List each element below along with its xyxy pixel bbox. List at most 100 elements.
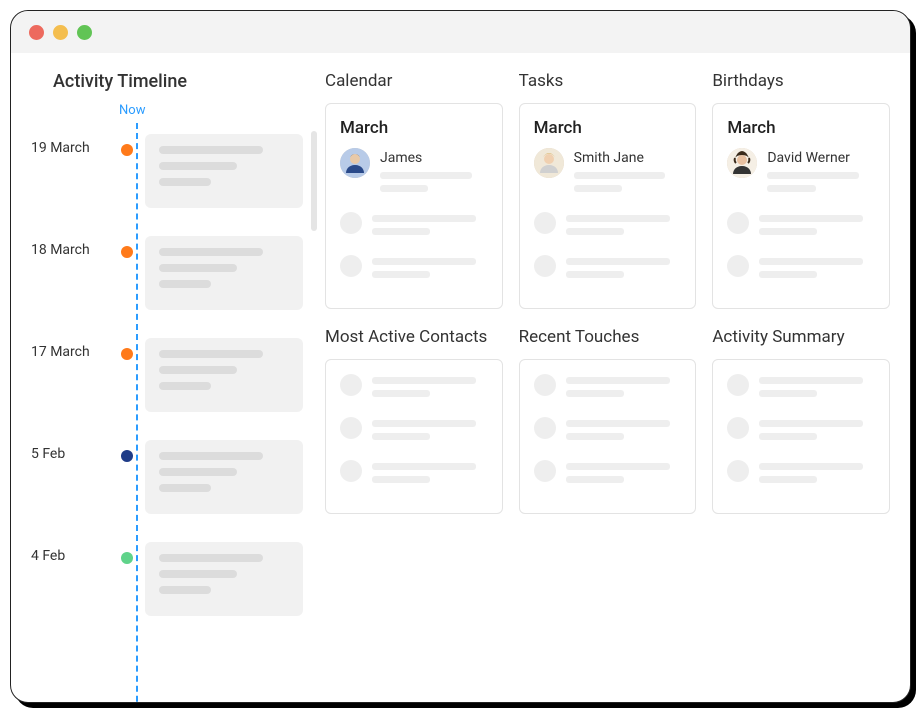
placeholder-line <box>380 185 428 192</box>
list-bullet-icon <box>534 255 556 277</box>
list-bullet-icon <box>340 460 362 482</box>
list-bullet-icon <box>340 417 362 439</box>
avatar <box>727 148 757 178</box>
placeholder-line <box>759 390 817 397</box>
timeline-entry[interactable]: 19 March <box>31 134 303 208</box>
list-item[interactable] <box>340 374 488 403</box>
placeholder-line <box>759 463 863 470</box>
timeline-entry[interactable]: 4 Feb <box>31 542 303 616</box>
placeholder-line <box>159 382 211 390</box>
panel-title: Birthdays <box>712 71 890 91</box>
placeholder-line <box>566 433 624 440</box>
window-minimize-icon[interactable] <box>53 25 68 40</box>
panel-box[interactable]: March James <box>325 103 503 309</box>
timeline-card <box>145 440 303 514</box>
placeholder-line <box>574 172 666 179</box>
panel-most-active: Most Active Contacts <box>325 327 503 514</box>
person-name: James <box>380 150 488 166</box>
placeholder-line <box>767 172 859 179</box>
panel-title: Recent Touches <box>519 327 697 347</box>
window-close-icon[interactable] <box>29 25 44 40</box>
list-item[interactable] <box>340 255 488 284</box>
person-name: Smith Jane <box>574 150 682 166</box>
list-item[interactable] <box>534 460 682 489</box>
placeholder-line <box>759 258 863 265</box>
panel-box[interactable] <box>712 359 890 514</box>
list-item[interactable] <box>727 212 875 241</box>
app-window: Activity Timeline Now 19 March 18 March <box>10 10 911 703</box>
placeholder-line <box>372 215 476 222</box>
person-row[interactable]: James <box>340 148 488 198</box>
placeholder-line <box>759 228 817 235</box>
panel-month: March <box>534 118 682 138</box>
placeholder-line <box>566 390 624 397</box>
placeholder-line <box>159 350 263 358</box>
timeline-dot-icon <box>121 348 133 360</box>
placeholder-line <box>759 433 817 440</box>
timeline-dot-icon <box>121 450 133 462</box>
list-item[interactable] <box>340 417 488 446</box>
list-item[interactable] <box>534 255 682 284</box>
person-info: Smith Jane <box>574 148 682 198</box>
list-item[interactable] <box>727 460 875 489</box>
timeline-date: 19 March <box>31 134 109 156</box>
person-row[interactable]: Smith Jane <box>534 148 682 198</box>
panel-month: March <box>727 118 875 138</box>
titlebar <box>11 11 910 53</box>
timeline-dot-icon <box>121 144 133 156</box>
panel-box[interactable] <box>325 359 503 514</box>
placeholder-line <box>159 264 237 272</box>
panel-activity-summary: Activity Summary <box>712 327 890 514</box>
placeholder-line <box>767 185 815 192</box>
timeline-date: 5 Feb <box>31 440 109 462</box>
timeline-card <box>145 338 303 412</box>
panel-title: Calendar <box>325 71 503 91</box>
list-bullet-icon <box>727 417 749 439</box>
person-name: David Werner <box>767 150 875 166</box>
list-item[interactable] <box>534 374 682 403</box>
person-row[interactable]: David Werner <box>727 148 875 198</box>
timeline-entry[interactable]: 18 March <box>31 236 303 310</box>
placeholder-line <box>159 280 211 288</box>
placeholder-line <box>372 476 430 483</box>
timeline-entry[interactable]: 5 Feb <box>31 440 303 514</box>
app-body: Activity Timeline Now 19 March 18 March <box>11 53 910 702</box>
list-item[interactable] <box>727 374 875 403</box>
list-item[interactable] <box>727 255 875 284</box>
placeholder-line <box>159 366 237 374</box>
placeholder-line <box>566 476 624 483</box>
list-bullet-icon <box>534 212 556 234</box>
panel-box[interactable]: March Smith Jane <box>519 103 697 309</box>
list-item[interactable] <box>727 417 875 446</box>
placeholder-line <box>372 377 476 384</box>
placeholder-line <box>159 146 263 154</box>
placeholder-line <box>159 554 263 562</box>
list-bullet-icon <box>340 374 362 396</box>
avatar <box>534 148 564 178</box>
avatar <box>340 148 370 178</box>
timeline-card <box>145 542 303 616</box>
timeline-entry[interactable]: 17 March <box>31 338 303 412</box>
window-zoom-icon[interactable] <box>77 25 92 40</box>
list-item[interactable] <box>534 212 682 241</box>
placeholder-line <box>759 377 863 384</box>
panel-box[interactable]: March David Werner <box>712 103 890 309</box>
placeholder-line <box>159 570 237 578</box>
panel-box[interactable] <box>519 359 697 514</box>
list-item[interactable] <box>340 460 488 489</box>
placeholder-line <box>759 420 863 427</box>
placeholder-line <box>159 452 263 460</box>
placeholder-line <box>372 420 476 427</box>
placeholder-line <box>372 433 430 440</box>
placeholder-line <box>566 463 670 470</box>
list-item[interactable] <box>534 417 682 446</box>
timeline-date: 4 Feb <box>31 542 109 564</box>
panel-recent-touches: Recent Touches <box>519 327 697 514</box>
list-bullet-icon <box>727 374 749 396</box>
placeholder-line <box>372 271 430 278</box>
panel-month: March <box>340 118 488 138</box>
list-item[interactable] <box>340 212 488 241</box>
placeholder-line <box>159 468 237 476</box>
placeholder-line <box>566 228 624 235</box>
scrollbar[interactable] <box>311 131 317 231</box>
